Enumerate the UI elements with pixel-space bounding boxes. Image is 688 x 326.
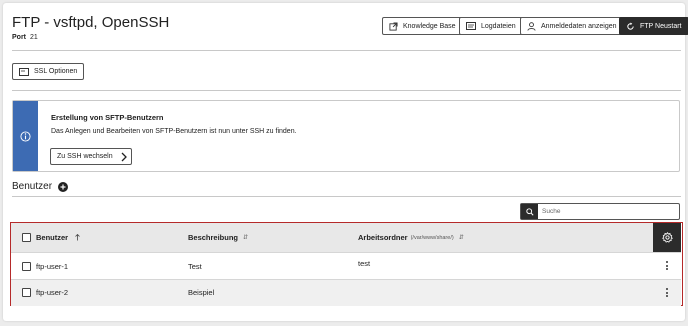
sort-icon: ⇵	[458, 235, 464, 241]
column-workdir-header[interactable]: Arbeitsordner (/var/www/share/) ⇵	[358, 223, 464, 252]
info-bar	[13, 101, 38, 171]
column-workdir-label: Arbeitsordner	[358, 233, 408, 242]
ssl-options-button[interactable]: SSL Optionen	[12, 63, 85, 80]
description-cell: Beispiel	[188, 288, 215, 297]
ftp-neustart-label: FTP Neustart	[640, 22, 682, 30]
info-notice: Erstellung von SFTP-Benutzern Das Anlege…	[12, 100, 680, 172]
sort-asc-icon	[75, 234, 80, 241]
table-row[interactable]: ftp-user-2 Beispiel	[11, 279, 681, 306]
column-user-header[interactable]: Benutzer	[36, 223, 80, 252]
users-section-label: Benutzer	[12, 181, 53, 192]
logdateien-label: Logdateien	[481, 22, 516, 30]
knowledge-base-label: Knowledge Base	[403, 22, 456, 30]
restart-icon	[627, 21, 634, 30]
chevron-right-icon	[121, 152, 127, 161]
table-row[interactable]: ftp-user-1 Test test	[11, 252, 681, 279]
switch-to-ssh-button[interactable]: Zu SSH wechseln	[50, 148, 132, 165]
search-box	[520, 203, 680, 220]
sort-icon: ⇵	[243, 235, 249, 241]
column-description-label: Beschreibung	[188, 233, 239, 242]
row-checkbox[interactable]	[22, 262, 31, 271]
select-all-checkbox[interactable]	[22, 233, 31, 242]
column-description-header[interactable]: Beschreibung ⇵	[188, 223, 248, 252]
table-header: Benutzer Beschreibung ⇵ Arbeitsordner (/…	[11, 223, 681, 252]
user-cell: ftp-user-1	[36, 261, 69, 271]
gear-icon	[661, 232, 673, 243]
description-cell: Test	[188, 261, 202, 271]
search-input[interactable]	[538, 204, 678, 219]
main-card: FTP - vsftpd, OpenSSH Port 21 Knowledge B…	[3, 3, 688, 321]
divider	[12, 196, 681, 197]
switch-to-ssh-label: Zu SSH wechseln	[57, 153, 113, 160]
card-icon	[19, 67, 29, 76]
info-icon	[20, 130, 31, 142]
user-icon	[527, 21, 536, 31]
info-title: Erstellung von SFTP-Benutzern	[51, 113, 164, 122]
logdateien-button[interactable]: Logdateien	[459, 17, 523, 35]
divider	[12, 50, 681, 51]
workdir-cell: test	[358, 258, 371, 268]
port-info: Port 21	[12, 34, 38, 41]
row-actions-icon[interactable]	[663, 288, 671, 297]
info-text: Das Anlegen und Bearbeiten von SFTP-Benu…	[51, 128, 297, 135]
port-label: Port	[12, 34, 26, 41]
user-cell: ftp-user-2	[36, 288, 69, 297]
anmeldedaten-label: Anmeldedaten anzeigen	[541, 22, 617, 30]
users-section-title: Benutzer	[12, 181, 69, 192]
search-icon[interactable]	[521, 204, 538, 219]
divider	[12, 90, 681, 91]
column-user-label: Benutzer	[36, 233, 69, 242]
ftp-neustart-button[interactable]: FTP Neustart	[619, 17, 688, 35]
column-settings-button[interactable]	[653, 223, 681, 252]
add-user-icon[interactable]	[58, 181, 69, 192]
ssl-options-label: SSL Optionen	[34, 68, 78, 75]
column-workdir-hint: (/var/www/share/)	[410, 234, 454, 241]
log-file-icon	[466, 22, 476, 30]
page-title: FTP - vsftpd, OpenSSH	[12, 14, 170, 31]
anmeldedaten-button[interactable]: Anmeldedaten anzeigen	[520, 17, 624, 35]
port-value: 21	[30, 34, 38, 41]
external-link-icon	[389, 21, 398, 31]
users-table: Benutzer Beschreibung ⇵ Arbeitsordner (/…	[10, 222, 683, 306]
row-checkbox[interactable]	[22, 288, 31, 297]
row-actions-icon[interactable]	[663, 261, 671, 270]
knowledge-base-button[interactable]: Knowledge Base	[382, 17, 463, 35]
